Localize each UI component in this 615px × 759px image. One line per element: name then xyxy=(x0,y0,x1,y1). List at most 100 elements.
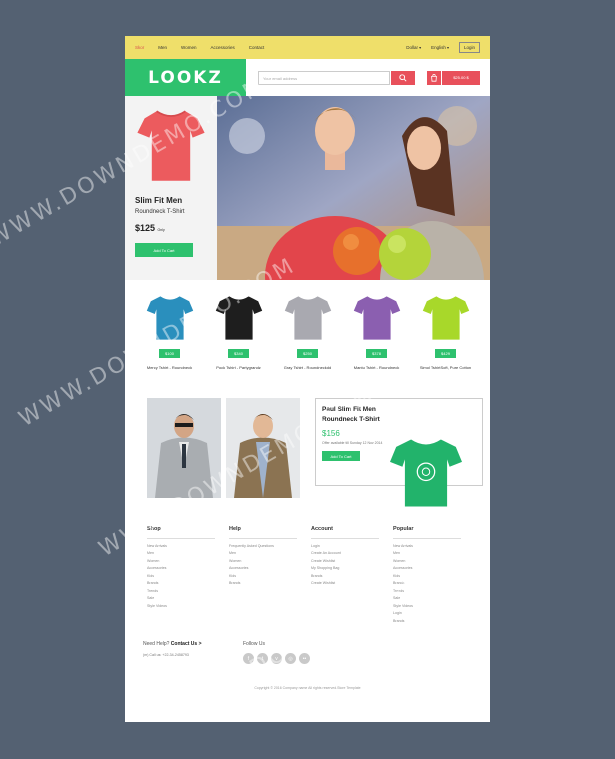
search-input[interactable]: Your email address xyxy=(258,70,390,85)
hero-title: Slim Fit Men xyxy=(135,196,183,205)
cart-total[interactable]: $25.00 $ xyxy=(442,70,480,85)
tshirt-image[interactable] xyxy=(215,294,263,342)
model-brown-blazer-image xyxy=(226,398,300,498)
need-help-label: Need Help? xyxy=(143,641,170,647)
hero-product-card: Slim Fit Men Roundneck T-Shirt $125 Only… xyxy=(125,96,217,280)
call-us-text: (m) Call us: +22-34-2458793 xyxy=(143,653,189,657)
social-icons: f t v ◎ •• xyxy=(243,653,313,664)
footer-link[interactable]: Frequently Asked Questions xyxy=(229,543,311,551)
cart-button[interactable] xyxy=(427,70,441,85)
footer-link[interactable]: Create Wishlist xyxy=(311,558,393,566)
header: LOOKZ Your email address $25.00 $ xyxy=(125,59,490,96)
price-tag: $340 xyxy=(228,349,249,358)
footer-link[interactable]: Kids xyxy=(147,573,229,581)
model-photo-2[interactable] xyxy=(226,398,300,498)
tshirt-image[interactable] xyxy=(422,294,470,342)
twitter-icon[interactable]: t xyxy=(257,653,268,664)
footer-column: Account Login Create An Account Create Wish… xyxy=(311,526,393,625)
currency-select[interactable]: Dollar xyxy=(406,45,421,50)
footer-link[interactable]: Style Videos xyxy=(147,603,229,611)
footer-link[interactable]: Accessories xyxy=(147,565,229,573)
product-card[interactable]: $429 Simol TshirtSoft, Pure Cotton xyxy=(417,294,475,388)
instagram-icon[interactable]: ◎ xyxy=(285,653,296,664)
footer-link[interactable]: My Shopping Bag xyxy=(311,565,393,573)
login-button[interactable]: Login xyxy=(458,42,480,53)
footer-link[interactable]: Men xyxy=(393,550,475,558)
product-name[interactable]: Mantu Tshirt - Roundneck xyxy=(348,365,406,371)
featured-product-card: Paul Slim Fit Men Roundneck T-Shirt $156… xyxy=(315,398,483,507)
flickr-icon[interactable]: •• xyxy=(299,653,310,664)
footer-link[interactable]: Create Wishlist xyxy=(311,580,393,588)
need-help-line: Need Help? Contact Us > xyxy=(143,641,243,647)
footer-link[interactable]: Women xyxy=(393,558,475,566)
footer-link[interactable]: Login xyxy=(393,610,475,618)
tshirt-image[interactable] xyxy=(146,294,194,342)
footer-link[interactable]: Women xyxy=(147,558,229,566)
footer-link[interactable]: Brands xyxy=(311,573,393,581)
footer-link[interactable]: Brands xyxy=(393,618,475,626)
footer-links: Shop New Arrivals Men Women Accessories Kids B… xyxy=(125,504,490,625)
footer-link[interactable]: Kids xyxy=(393,573,475,581)
nav-link-men[interactable]: Men xyxy=(158,45,167,50)
footer-column-title: Popular xyxy=(393,526,414,532)
footer-link[interactable]: Kids xyxy=(229,573,311,581)
product-card[interactable]: $378 Mantu Tshirt - Roundneck xyxy=(348,294,406,388)
featured-section: Paul Slim Fit Men Roundneck T-Shirt $156… xyxy=(125,388,490,507)
footer-link[interactable]: Men xyxy=(229,550,311,558)
nav-link-home[interactable]: Skor xyxy=(135,45,144,50)
featured-title-line2: Roundneck T-Shirt xyxy=(322,416,380,423)
add-to-cart-button[interactable]: Add To Cart xyxy=(135,243,193,257)
footer-link[interactable]: Men xyxy=(147,550,229,558)
footer-link[interactable]: Sale xyxy=(147,595,229,603)
nav-link-accessories[interactable]: Accessories xyxy=(210,45,234,50)
tshirt-image[interactable] xyxy=(284,294,332,342)
model-photo-1[interactable] xyxy=(147,398,221,498)
tshirt-image[interactable] xyxy=(135,106,207,186)
footer-link[interactable]: Accessories xyxy=(393,565,475,573)
search-button[interactable] xyxy=(391,70,415,85)
language-select[interactable]: English xyxy=(431,45,449,50)
cart-icon xyxy=(431,73,437,82)
product-name[interactable]: Simol TshirtSoft, Pure Cotton xyxy=(417,365,475,371)
contact-us-link[interactable]: Contact Us > xyxy=(171,641,202,647)
footer-link[interactable]: Sale xyxy=(393,595,475,603)
vimeo-icon[interactable]: v xyxy=(271,653,282,664)
footer-link[interactable]: New Arrivals xyxy=(393,543,475,551)
product-row: $100 Mercy Tshirt - Roundneck $340 Pock Tsh… xyxy=(125,280,490,388)
price-tag: $378 xyxy=(366,349,387,358)
tshirt-image[interactable] xyxy=(353,294,401,342)
green-tshirt-image[interactable] xyxy=(388,437,464,509)
footer-link[interactable]: Login xyxy=(311,543,393,551)
product-name[interactable]: Mercy Tshirt - Roundneck xyxy=(141,365,199,371)
product-card[interactable]: $250 Gray Tshirt - Roundneckdd xyxy=(279,294,337,388)
nav-link-women[interactable]: Women xyxy=(181,45,196,50)
product-name[interactable]: Gray Tshirt - Roundneckdd xyxy=(279,365,337,371)
logo-box[interactable]: LOOKZ xyxy=(125,59,246,96)
follow-us-label: Follow Us xyxy=(243,641,265,647)
footer-link[interactable]: New Arrivals xyxy=(147,543,229,551)
footer-link[interactable]: Create An Account xyxy=(311,550,393,558)
product-card[interactable]: $340 Pock Tshirt - Partygrandz xyxy=(210,294,268,388)
footer-link[interactable]: Accessories xyxy=(229,565,311,573)
footer-link[interactable]: Trends xyxy=(393,588,475,596)
footer-link[interactable]: Brands xyxy=(229,580,311,588)
footer-column-title: Account xyxy=(311,526,333,532)
model-gray-suit-image xyxy=(147,398,221,498)
footer-link[interactable]: Brands xyxy=(147,580,229,588)
facebook-icon[interactable]: f xyxy=(243,653,254,664)
logo: LOOKZ xyxy=(148,67,223,88)
footer-link-list: Login Create An Account Create Wishlist My … xyxy=(311,543,393,588)
footer-link[interactable]: Women xyxy=(229,558,311,566)
price-tag: $250 xyxy=(297,349,318,358)
footer-link[interactable]: Brands xyxy=(393,580,475,588)
footer-column: Popular New Arrivals Men Women Accessories Ki… xyxy=(393,526,475,625)
featured-add-to-cart-button[interactable]: Add To Cart xyxy=(322,451,360,461)
product-name[interactable]: Pock Tshirt - Partygrandz xyxy=(210,365,268,371)
product-card[interactable]: $100 Mercy Tshirt - Roundneck xyxy=(141,294,199,388)
hero-banner: Slim Fit Men Roundneck T-Shirt $125 Only… xyxy=(125,96,490,280)
footer-link[interactable]: Trends xyxy=(147,588,229,596)
nav-link-contact[interactable]: Contact xyxy=(249,45,265,50)
footer-link[interactable]: Style Videos xyxy=(393,603,475,611)
search-icon xyxy=(399,73,407,82)
divider xyxy=(229,538,297,539)
